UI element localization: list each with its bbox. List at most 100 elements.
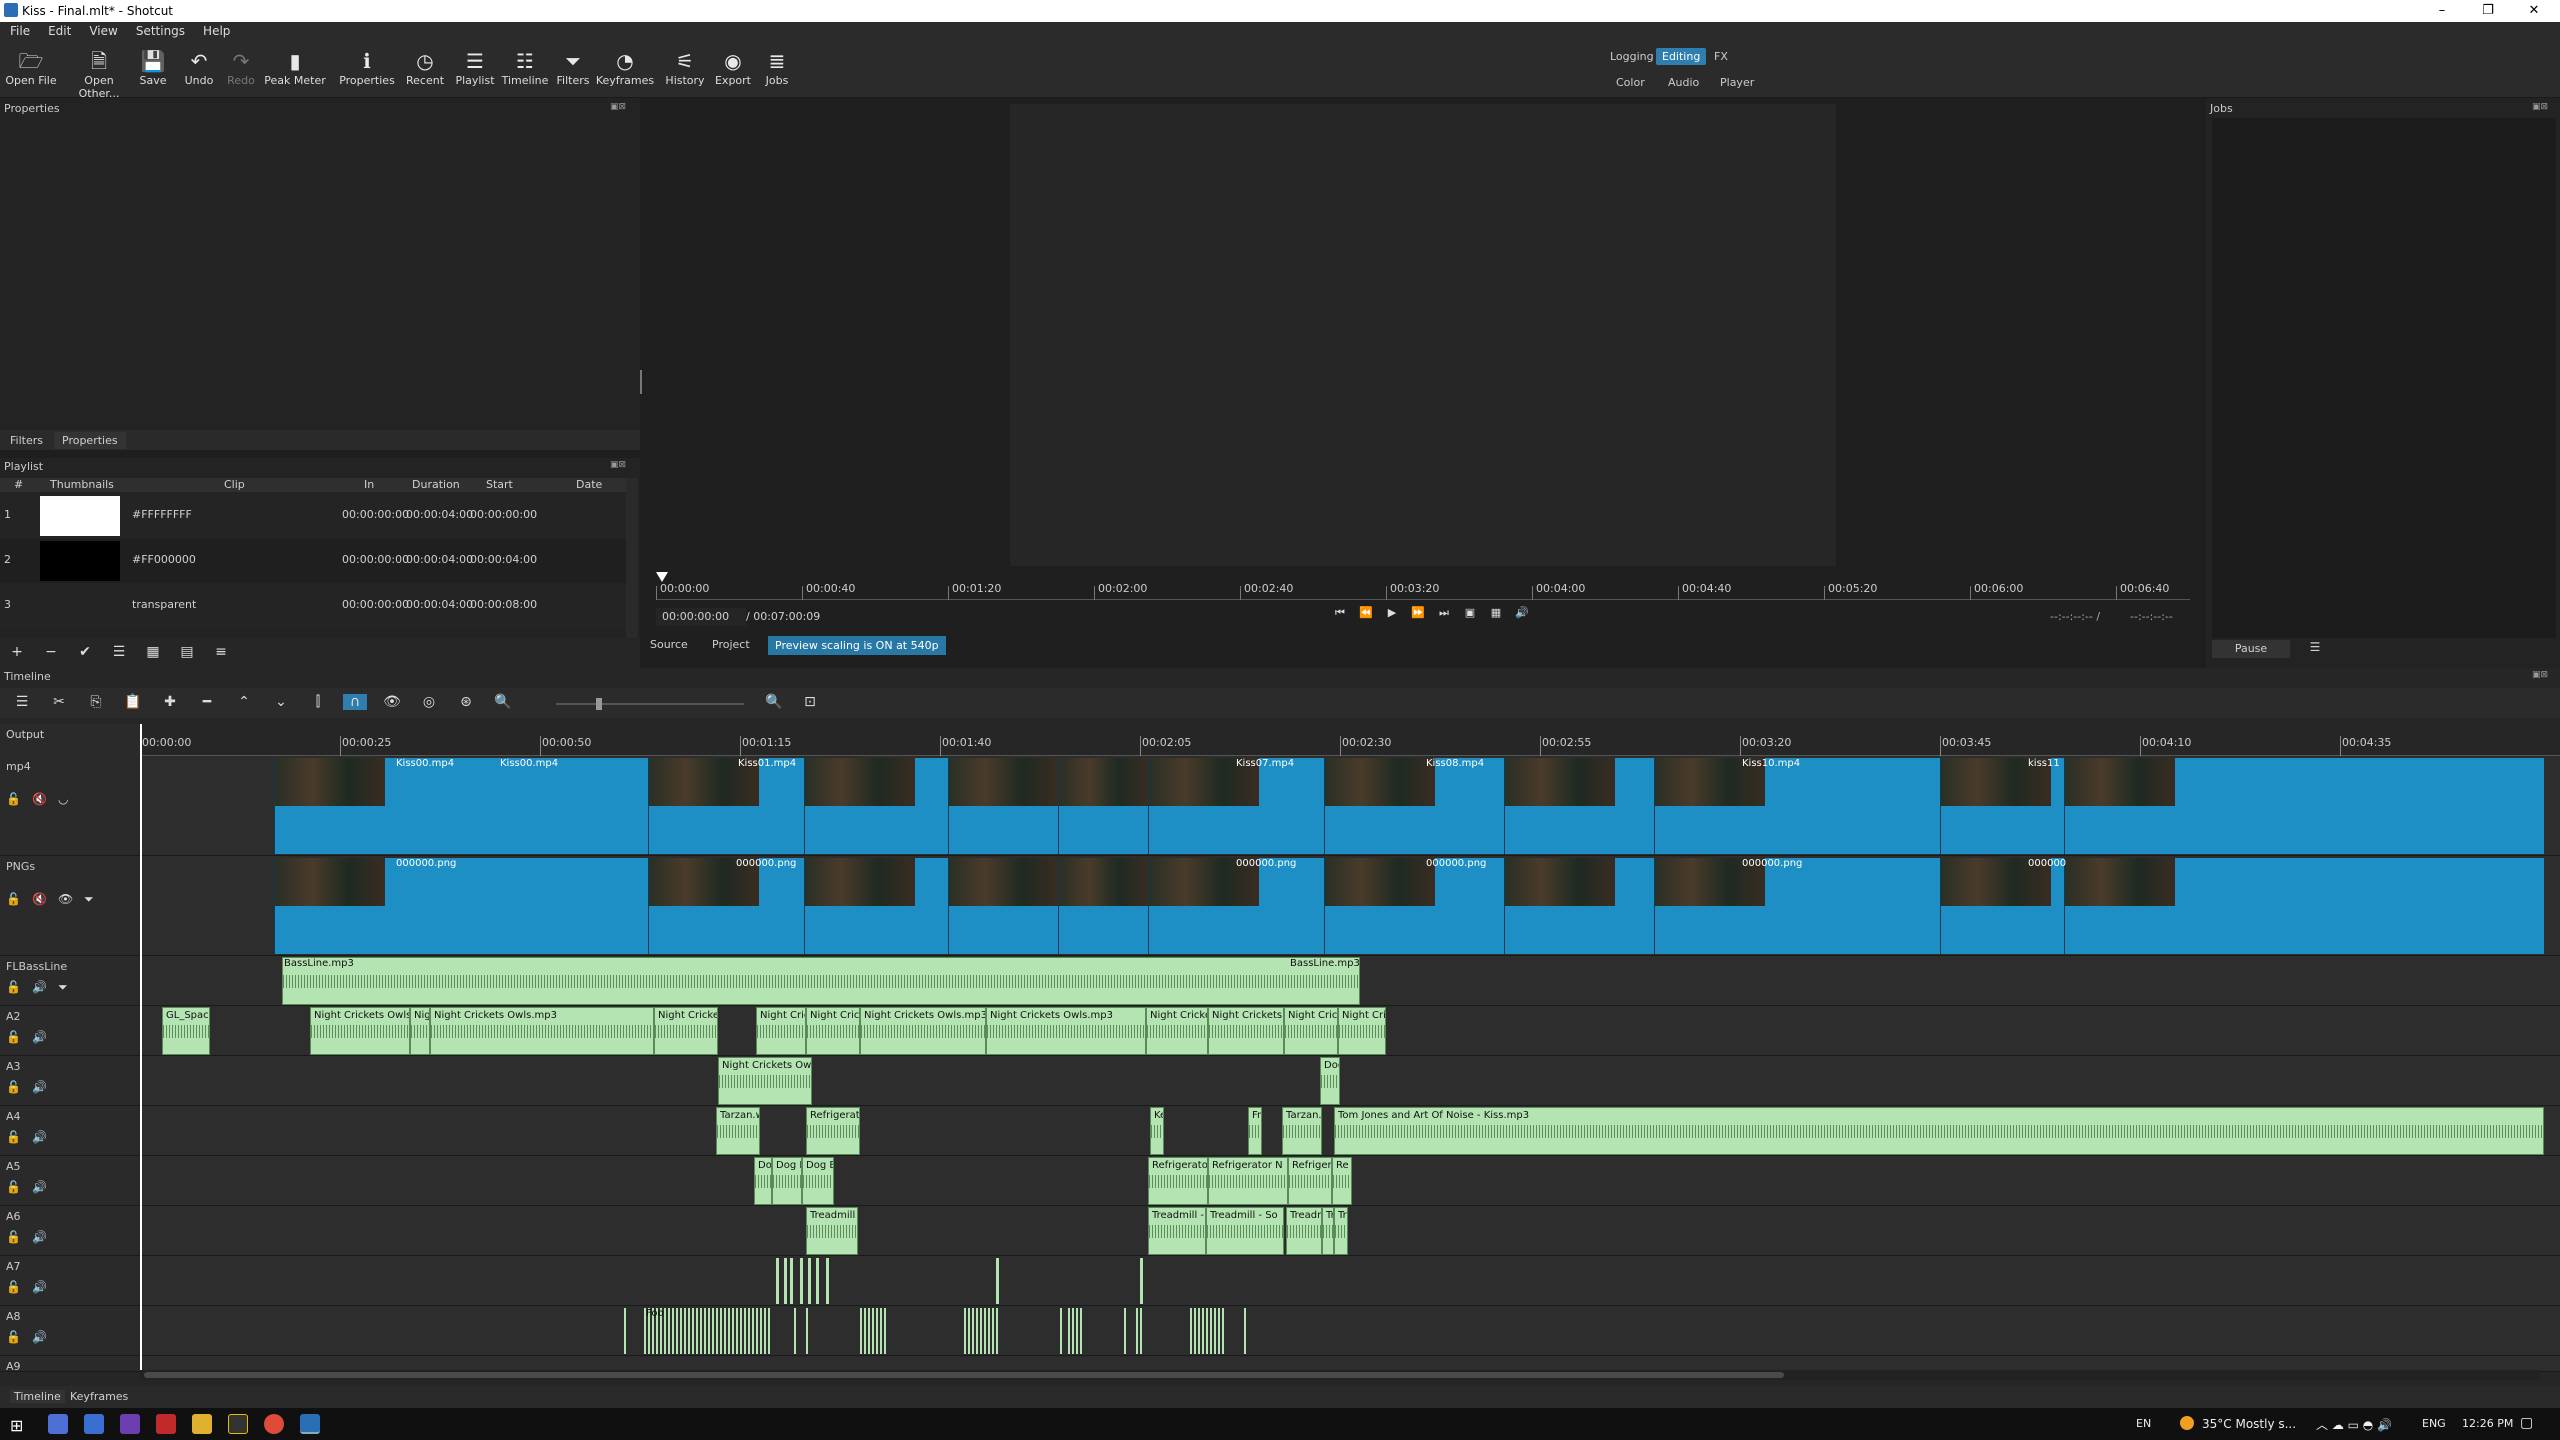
track-a6[interactable]: [140, 1206, 2560, 1256]
audio-clip[interactable]: Treadmill -: [806, 1207, 858, 1255]
jobs-button[interactable]: ≣ Jobs: [746, 48, 808, 87]
workspace-color[interactable]: Color: [1610, 74, 1651, 91]
filter-icon[interactable]: ⏷: [58, 980, 68, 995]
track-header-a8[interactable]: A8 🔓 🔊: [0, 1306, 140, 1356]
video-clip[interactable]: [804, 758, 948, 854]
menu-edit[interactable]: Edit: [38, 22, 79, 38]
add-button[interactable]: +: [6, 644, 28, 660]
timeline-menu-icon[interactable]: ☰: [10, 694, 34, 710]
playlist-row[interactable]: 3 transparent 00:00:00:00 00:00:04:00 00:00:…: [0, 584, 626, 628]
audio-clip[interactable]: Dog B: [802, 1157, 834, 1205]
track-header-flbassline[interactable]: FLBassLine 🔓 🔊 ⏷: [0, 956, 140, 1006]
video-clip[interactable]: [648, 758, 804, 854]
video-clip[interactable]: [1654, 858, 1940, 954]
peak-meter-button[interactable]: ▮ Peak Meter: [264, 48, 326, 87]
audio-clip[interactable]: Treadmill - So: [1206, 1207, 1284, 1255]
audio-clip[interactable]: Night Cricke: [1146, 1007, 1208, 1055]
lock-icon[interactable]: 🔓: [6, 1230, 21, 1244]
audio-clip[interactable]: Fr: [1248, 1107, 1262, 1155]
maximize-button[interactable]: ❐: [2466, 0, 2510, 22]
audio-clip[interactable]: Refrigera: [1288, 1157, 1332, 1205]
workspace-editing[interactable]: Editing: [1656, 48, 1707, 65]
audio-clip[interactable]: Tarzan.w: [716, 1107, 760, 1155]
jobs-menu-button[interactable]: ☰: [2304, 640, 2326, 658]
video-clip[interactable]: [1148, 758, 1324, 854]
zoom-icon[interactable]: ▣: [1460, 606, 1480, 619]
menu-settings[interactable]: Settings: [126, 22, 193, 38]
table-view-icon[interactable]: ▤: [176, 644, 198, 660]
menu-view[interactable]: View: [79, 22, 125, 38]
lock-icon[interactable]: 🔓: [6, 892, 21, 906]
app-icon[interactable]: [228, 1414, 248, 1434]
pause-jobs-button[interactable]: Pause: [2212, 640, 2290, 658]
lock-icon[interactable]: 🔓: [6, 1280, 21, 1294]
workspace-audio[interactable]: Audio: [1662, 74, 1705, 91]
audio-clip[interactable]: Re: [1332, 1157, 1352, 1205]
audio-clip[interactable]: [1244, 1308, 1248, 1354]
remove-icon[interactable]: ━: [195, 694, 219, 710]
app-icon[interactable]: [156, 1414, 176, 1434]
panel-float-close-icon[interactable]: ▣⊠: [2532, 102, 2548, 112]
timeline-hscrollbar[interactable]: [140, 1370, 2540, 1380]
audio-clip[interactable]: Dog: [1320, 1057, 1340, 1105]
audio-clip[interactable]: [826, 1258, 829, 1304]
menu-icon[interactable]: ≡: [210, 644, 232, 660]
audio-clip[interactable]: Treadmill -: [1148, 1207, 1206, 1255]
video-clip[interactable]: [274, 858, 648, 954]
audio-clip[interactable]: Ke: [1150, 1107, 1164, 1155]
paste-icon[interactable]: 📋: [121, 694, 145, 710]
mute-icon[interactable]: 🔊: [32, 1180, 47, 1194]
weather-text[interactable]: 35°C Mostly s...: [2202, 1417, 2296, 1431]
volume-icon[interactable]: 🔊: [1512, 606, 1532, 619]
tab-timeline[interactable]: Timeline: [10, 1390, 65, 1403]
track-header-a5[interactable]: A5 🔓 🔊: [0, 1156, 140, 1206]
ripple-all-icon[interactable]: ⊛: [454, 694, 478, 710]
grid-view-icon[interactable]: ▦: [142, 644, 164, 660]
audio-clip[interactable]: Refrigerator: [1148, 1157, 1208, 1205]
audio-clip[interactable]: Night Crickets Owls.mp3: [430, 1007, 654, 1055]
skip-start-icon[interactable]: ⏮: [1330, 606, 1350, 620]
video-clip[interactable]: [1324, 858, 1504, 954]
audio-clip[interactable]: Night Crickets Owls.mp3: [860, 1007, 986, 1055]
audio-clip[interactable]: Tr: [1334, 1207, 1348, 1255]
video-clip[interactable]: [1940, 858, 2064, 954]
audio-clip[interactable]: [806, 1308, 810, 1354]
zoom-out-icon[interactable]: 🔍: [491, 694, 515, 710]
playlist-row[interactable]: 1 #FFFFFFFF 00:00:00:00 00:00:04:00 00:00:00…: [0, 494, 626, 538]
tab-project[interactable]: Project: [712, 638, 750, 651]
list-view-icon[interactable]: ☰: [108, 644, 130, 660]
skip-end-icon[interactable]: ⏭: [1434, 606, 1454, 620]
audio-clip[interactable]: Nig: [410, 1007, 430, 1055]
audio-clip[interactable]: Night Crickets Owls.mp3: [986, 1007, 1146, 1055]
audio-clip[interactable]: [784, 1258, 787, 1304]
hide-icon[interactable]: ◡: [58, 792, 68, 806]
audio-clip[interactable]: [794, 1308, 798, 1354]
video-clip[interactable]: [948, 858, 1059, 954]
copy-icon[interactable]: ⎘: [84, 694, 108, 710]
windows-start-icon[interactable]: ⊞: [10, 1416, 23, 1435]
scrub-icon[interactable]: 👁: [380, 694, 404, 710]
notification-icon[interactable]: ▢: [2520, 1415, 2533, 1431]
keyframes-button[interactable]: ◔ Keyframes: [594, 48, 656, 87]
grid-icon[interactable]: ▦: [1486, 606, 1506, 619]
composite-icon[interactable]: ⏷: [84, 892, 94, 907]
zoom-fit-icon[interactable]: ⊡: [798, 694, 822, 710]
language-indicator[interactable]: EN: [2136, 1417, 2151, 1430]
audio-clip[interactable]: [790, 1258, 793, 1304]
audio-clip[interactable]: [964, 1308, 1000, 1354]
tab-filters[interactable]: Filters: [10, 434, 43, 447]
video-clip[interactable]: [1324, 758, 1504, 854]
audio-clip[interactable]: GL_Spaced: [162, 1007, 210, 1055]
audio-clip[interactable]: Tarzan.w: [1282, 1107, 1322, 1155]
app-icon[interactable]: [84, 1414, 104, 1434]
audio-clip[interactable]: [1190, 1308, 1226, 1354]
app-icon[interactable]: [48, 1414, 68, 1434]
audio-clip[interactable]: Dog B: [772, 1157, 802, 1205]
workspace-logging[interactable]: Logging: [1604, 48, 1660, 65]
video-clip[interactable]: [1148, 858, 1324, 954]
clock[interactable]: 12:26 PM: [2462, 1417, 2513, 1430]
audio-clip[interactable]: [624, 1308, 628, 1354]
track-a8[interactable]: [140, 1306, 2560, 1356]
audio-clip[interactable]: Night Crickets Owls: [718, 1057, 812, 1105]
video-preview[interactable]: [1010, 104, 1836, 566]
